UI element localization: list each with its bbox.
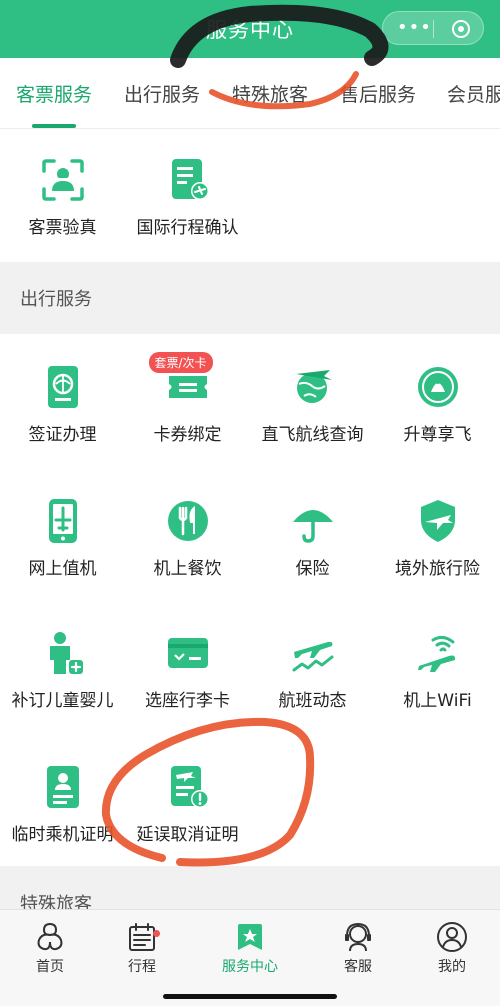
home-icon [37,922,63,951]
service-label: 延误取消证明 [136,825,239,845]
travel-services-section: 签证办理 套票/次卡 卡券绑定 直飞航线查询 升尊享飞 网上值机 机上餐饮 保险… [0,334,500,866]
service-label: 补订儿童婴儿 [11,691,114,711]
tab-ticket-services[interactable]: 客票服务 [16,80,92,107]
service-premium-upgrade[interactable]: 升尊享飞 [375,364,500,445]
service-label: 卡券绑定 [153,425,222,445]
globe-plane-icon [290,364,336,410]
user-icon [437,922,467,952]
service-seat-baggage-card[interactable]: 选座行李卡 [125,630,250,711]
tabbar-label: 服务中心 [222,959,278,975]
service-label: 升尊享飞 [403,425,472,445]
service-label: 签证办理 [28,425,97,445]
tabbar-label: 客服 [344,959,372,975]
service-label: 网上值机 [28,559,97,579]
temp-id-icon [40,764,86,810]
seat-card-icon [165,630,211,676]
service-label: 选座行李卡 [145,691,230,711]
mini-program-capsule: ••• [382,11,484,45]
home-indicator [163,994,337,999]
active-tab-indicator [32,124,76,128]
service-flight-status[interactable]: 航班动态 [250,630,375,711]
service-label: 机上餐饮 [153,559,222,579]
tabbar-service-center[interactable]: 服务中心 [200,920,300,976]
service-label: 保险 [295,559,330,579]
service-delay-cancel-cert[interactable]: 延误取消证明 [125,764,250,845]
passport-icon [40,364,86,410]
service-insurance[interactable]: 保险 [250,498,375,579]
service-visa[interactable]: 签证办理 [0,364,125,445]
headset-icon [345,922,371,952]
service-label: 机上WiFi [403,691,472,711]
tabbar-trips[interactable]: 行程 [92,920,192,976]
tabbar-customer-service[interactable]: 客服 [308,920,408,976]
service-international-itinerary[interactable]: 国际行程确认 [125,157,250,238]
more-dots-icon[interactable]: ••• [397,19,432,37]
tab-travel-services[interactable]: 出行服务 [124,80,200,107]
tab-after-sales[interactable]: 售后服务 [340,80,416,107]
tabbar-label: 行程 [128,959,156,975]
calendar-icon [129,923,155,951]
tabbar-label: 首页 [36,959,64,975]
service-temporary-id[interactable]: 临时乘机证明 [0,764,125,845]
service-center-icon [238,924,262,950]
tabbar-label: 我的 [438,959,466,975]
service-direct-routes[interactable]: 直飞航线查询 [250,364,375,445]
tabbar-home[interactable]: 首页 [0,920,100,976]
premium-badge-icon [415,364,461,410]
mobile-checkin-icon [40,498,86,544]
delay-cert-icon [165,764,211,810]
service-label: 直飞航线查询 [261,425,364,445]
umbrella-icon [290,498,336,544]
service-add-child-infant[interactable]: 补订儿童婴儿 [0,630,125,711]
service-inflight-wifi[interactable]: 机上WiFi [375,630,500,711]
verify-face-icon [40,157,86,203]
dining-icon [165,498,211,544]
child-add-icon [40,630,86,676]
category-tabs: 客票服务 出行服务 特殊旅客 售后服务 会员服务 [0,58,500,129]
service-label: 境外旅行险 [395,559,480,579]
section-header-travel: 出行服务 [20,289,92,310]
header-bar: 服务中心 ••• [0,0,500,58]
ticket-services-section: 客票验真 国际行程确认 [0,129,500,262]
service-inflight-dining[interactable]: 机上餐饮 [125,498,250,579]
ticket-card-icon: 套票/次卡 [148,352,213,410]
tab-special-passengers[interactable]: 特殊旅客 [232,80,308,107]
promo-badge: 套票/次卡 [148,352,213,373]
shield-plane-icon [415,498,461,544]
flight-status-icon [290,630,336,676]
service-overseas-insurance[interactable]: 境外旅行险 [375,498,500,579]
service-label: 客票验真 [28,218,97,238]
service-verify-ticket[interactable]: 客票验真 [0,157,125,238]
tab-member-services[interactable]: 会员服务 [447,80,500,107]
capsule-divider [433,20,434,38]
close-target-icon[interactable] [451,19,471,39]
service-online-checkin[interactable]: 网上值机 [0,498,125,579]
service-label: 航班动态 [278,691,347,711]
service-label: 临时乘机证明 [11,825,114,845]
service-label: 国际行程确认 [136,218,239,238]
itinerary-doc-icon [165,157,211,203]
service-card-binding[interactable]: 套票/次卡 卡券绑定 [125,352,250,445]
notification-dot [153,930,160,937]
wifi-plane-icon [415,630,461,676]
bottom-tabbar: 首页 行程 服务中心 客服 我的 [0,909,500,1006]
tabbar-profile[interactable]: 我的 [402,920,500,976]
